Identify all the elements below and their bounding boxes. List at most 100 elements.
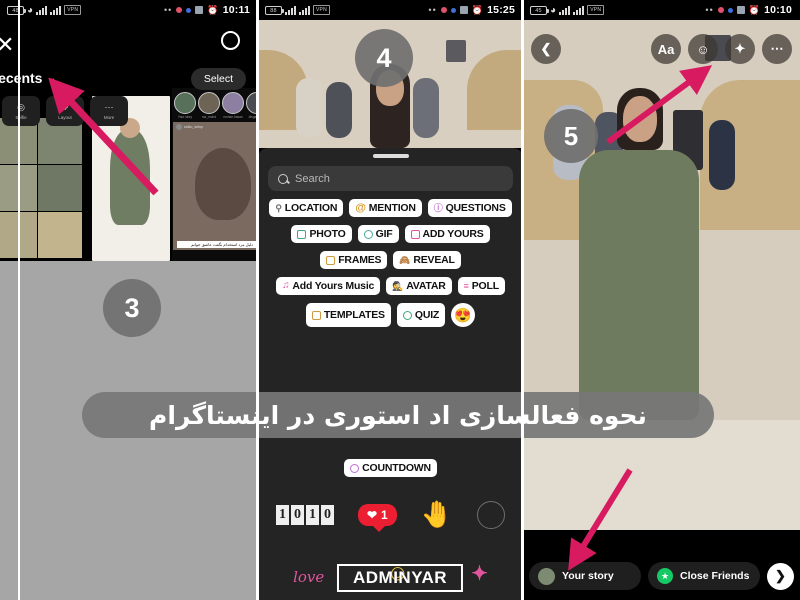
search-icon: [363, 229, 373, 239]
sticker-gif[interactable]: GIF: [357, 225, 399, 243]
composite-screenshot: 48 ◕ VPN •• ⏰ 10:11 ✕ Add to story Recen…: [0, 0, 800, 600]
drag-handle[interactable]: [372, 154, 409, 158]
panel-sticker-tray: 88 VPN •• ⏰ 15:25 Search ⚲ LOCATION @ ME…: [258, 0, 523, 600]
next-button[interactable]: ❯: [767, 562, 794, 590]
story-photo: [523, 20, 800, 530]
sticker-frames[interactable]: FRAMES: [320, 251, 388, 269]
gallery-thumb[interactable]: [37, 212, 82, 258]
tool-layout[interactable]: ❖ Layout: [46, 96, 84, 126]
sticker-questions[interactable]: ⓘ QUESTIONS: [427, 199, 512, 217]
like-count: 1: [381, 507, 388, 522]
tool-more[interactable]: ⋯ More: [90, 96, 128, 126]
sparkle-effects-icon[interactable]: ✦: [725, 34, 755, 64]
close-friends-button[interactable]: ★ Close Friends: [648, 562, 760, 590]
ellipsis-icon: ••: [428, 5, 437, 15]
close-friends-star-icon: ★: [657, 568, 673, 584]
burst-text-sticker[interactable]: ✦: [471, 561, 488, 586]
step-badge-3: 3: [103, 279, 161, 337]
close-friends-label: Close Friends: [680, 570, 750, 582]
question-icon: ⓘ: [433, 202, 443, 213]
story-avatars-row[interactable]: [172, 88, 258, 114]
step-badge-5: 5: [544, 109, 598, 163]
script-text-sticker[interactable]: love: [293, 568, 324, 586]
sticker-photo[interactable]: PHOTO: [291, 225, 352, 243]
text-tool-button[interactable]: Aa: [651, 34, 681, 64]
gallery-grid[interactable]: [0, 118, 82, 258]
sticker-add-yours-music[interactable]: ♫ Add Yours Music: [276, 277, 381, 295]
status-bar-right-icons: •• ⏰ 15:25: [428, 4, 523, 16]
tool-selfie[interactable]: ◎ Selfie: [2, 96, 40, 126]
sticker-location[interactable]: ⚲ LOCATION: [269, 199, 344, 217]
story-avatar-labels: Your story raz_mohd mohan.hasan dlsgardn…: [172, 114, 258, 120]
clock-time: 10:10: [764, 4, 792, 16]
alarm-icon: ⏰: [748, 4, 761, 15]
notification-dot-red: [176, 7, 183, 13]
counter-digit: 1: [275, 504, 289, 525]
vpn-icon: VPN: [64, 5, 82, 15]
back-button[interactable]: ❮: [531, 34, 561, 64]
frame-icon: [326, 255, 336, 265]
empty-circle-sticker[interactable]: [477, 500, 506, 529]
alarm-icon: ⏰: [207, 4, 219, 15]
sound-on-sticker[interactable]: 🤚: [421, 499, 453, 530]
status-bar-mid: 88 VPN •• ⏰ 15:25: [258, 0, 523, 20]
headline-text: نحوه فعالسازی اد استوری در اینستاگرام: [149, 400, 647, 430]
app-icon: [459, 6, 468, 14]
sticker-reveal[interactable]: 🙈 REVEAL: [393, 251, 461, 269]
sticker-row-3: FRAMES 🙈 REVEAL: [258, 251, 523, 269]
sticker-templates[interactable]: TEMPLATES: [305, 303, 391, 327]
vpn-icon: VPN: [313, 5, 330, 15]
avatar[interactable]: [222, 92, 244, 114]
heart-icon: ❤: [366, 507, 378, 522]
your-story-button[interactable]: Your story: [529, 562, 641, 590]
avatar[interactable]: [174, 92, 196, 114]
sticker-row-2: PHOTO GIF ADD YOURS: [258, 225, 523, 243]
sticker-strip-row: 1 0 1 0 ❤ 1 🤚: [258, 499, 523, 532]
avatar[interactable]: [198, 92, 220, 114]
like-sticker[interactable]: ❤ 1: [357, 503, 397, 532]
status-bar-left-icons: 88 VPN: [258, 5, 330, 15]
sticker-avatar[interactable]: 🕵 AVATAR: [386, 277, 452, 295]
tool-label: More: [103, 115, 115, 120]
story-panel: Your story raz_mohd mohan.hasan dlsgardn…: [172, 88, 258, 261]
story-video-preview[interactable]: sidko_setup دلیل مرد استخدام نگفت عاشق ج…: [173, 122, 258, 250]
camera-icon: [410, 229, 420, 239]
search-input[interactable]: Search: [268, 166, 513, 191]
eye-off-icon: 🙈: [399, 254, 411, 265]
sticker-row-1: ⚲ LOCATION @ MENTION ⓘ QUESTIONS: [258, 199, 523, 217]
avatar-label: Your story: [177, 115, 193, 119]
ellipsis-icon: ••: [705, 5, 714, 15]
sticker-quiz[interactable]: QUIZ: [396, 303, 446, 327]
vpn-icon: VPN: [587, 5, 605, 15]
counter-sticker[interactable]: 1 0 1 0: [275, 504, 334, 525]
signal-icon-1: [559, 5, 571, 15]
wifi-icon: ◕: [27, 4, 34, 16]
gallery-thumb[interactable]: [37, 165, 82, 211]
recents-dropdown[interactable]: Recents ⌄: [0, 70, 56, 86]
status-bar-left-icons: 45 ◕ VPN: [523, 5, 605, 16]
ellipsis-icon: ••: [164, 5, 173, 15]
sticker-add-yours[interactable]: ADD YOURS: [404, 225, 490, 243]
check-circle-icon: [402, 310, 412, 320]
counter-digit: 0: [290, 504, 304, 525]
status-bar-right-icons: •• ⏰ 10:11: [164, 4, 258, 16]
select-button[interactable]: Select: [190, 68, 246, 90]
sticker-mention[interactable]: @ MENTION: [349, 199, 422, 217]
sticker-poll[interactable]: ≡ POLL: [457, 277, 505, 295]
status-bar-left: 48 ◕ VPN •• ⏰ 10:11: [0, 0, 258, 20]
sticker-smiley-icon[interactable]: ☺: [688, 34, 718, 64]
more-icon: ⋯: [104, 102, 114, 112]
your-story-avatar: [538, 567, 555, 585]
panel-divider-1: [256, 0, 259, 600]
battery-icon: 48: [7, 5, 26, 15]
avatar: [176, 124, 182, 130]
story-editor-toolbar: ❮ Aa ☺ ✦ ⋯: [523, 26, 800, 72]
add-to-story-header: [0, 20, 258, 65]
more-options-icon[interactable]: ⋯: [762, 34, 792, 64]
search-placeholder: Search: [295, 172, 330, 185]
close-icon[interactable]: ✕: [0, 32, 14, 58]
gear-icon[interactable]: [221, 31, 240, 50]
sticker-countdown[interactable]: COUNTDOWN: [344, 459, 437, 477]
timer-icon: [350, 463, 360, 473]
sticker-heart-eyes-emoji[interactable]: 😍: [451, 303, 476, 327]
